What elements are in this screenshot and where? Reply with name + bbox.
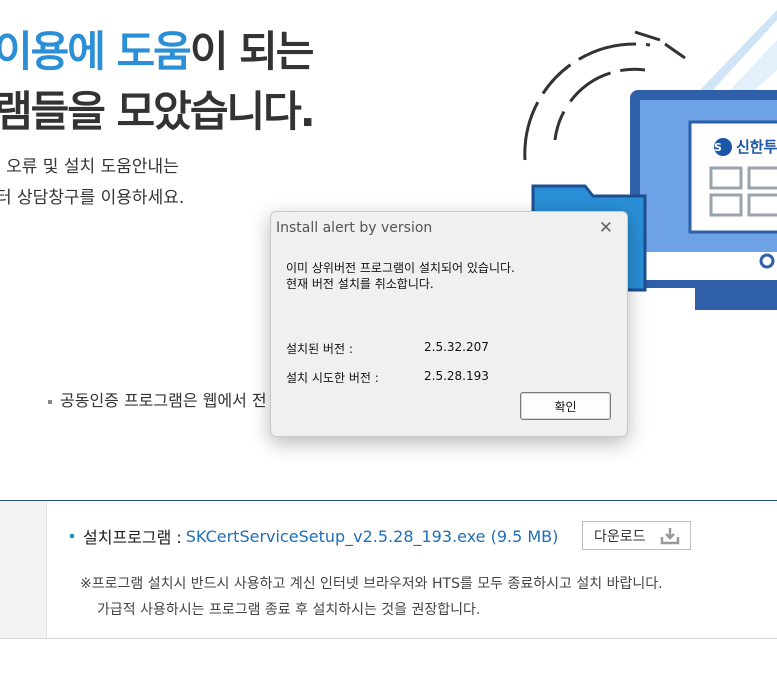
dialog-title: Install alert by version [276, 220, 433, 236]
ok-button[interactable]: 확인 [520, 392, 611, 420]
install-label: 설치프로그램 : [83, 528, 182, 547]
download-label: 다운로드 [594, 528, 646, 545]
description-line-1: l 오류 및 설치 도움안내는 [0, 157, 179, 177]
panel-sidebar [0, 501, 47, 638]
hero-title-rest: 이 되는 [189, 27, 315, 76]
install-note-line-2: 가급적 사용하시는 프로그램 종료 후 설치하시는 것을 권장합니다. [97, 602, 481, 618]
notice-text: 공동인증 프로그램은 웹에서 전 [48, 387, 267, 411]
install-note-line-1: ※프로그램 설치시 반드시 사용하고 계신 인터넷 브라우저와 HTS를 모두 … [80, 576, 663, 592]
notice-label: 공동인증 프로그램은 웹에서 전 [60, 391, 267, 410]
bullet-icon [70, 534, 74, 538]
attempted-version-label: 설치 시도한 버전 : [286, 371, 379, 385]
install-panel: 설치프로그램 : SKCertServiceSetup_v2.5.28_193.… [0, 500, 777, 639]
install-program-row: 설치프로그램 : SKCertServiceSetup_v2.5.28_193.… [70, 524, 558, 548]
svg-text:S: S [714, 141, 722, 154]
bullet-icon [48, 399, 52, 404]
hero-title-line-1: 이용에 도움이 되는 [0, 18, 315, 79]
download-button[interactable]: 다운로드 [582, 521, 691, 550]
hero-highlight-2: 도움 [116, 27, 192, 76]
dialog-message-line-2: 현재 버전 설치를 취소합니다. [286, 277, 434, 291]
installed-version-value: 2.5.32.207 [424, 340, 489, 354]
installed-version-label: 설치된 버전 : [286, 342, 353, 356]
hero-title-line-2: 램들을 모았습니다. [0, 87, 316, 136]
download-icon [660, 528, 680, 545]
close-icon[interactable]: ✕ [599, 219, 613, 237]
dialog-message-line-1: 이미 상위버전 프로그램이 설치되어 있습니다. [286, 261, 515, 275]
attempted-version-value: 2.5.28.193 [424, 369, 489, 383]
brand-text: 신한투 [736, 138, 777, 156]
hero-highlight-1: 이용에 [0, 27, 117, 76]
description-line-2: 터 상담창구를 이용하세요. [0, 188, 185, 208]
install-alert-dialog: Install alert by version ✕ 이미 상위버전 프로그램이… [270, 211, 628, 437]
install-filename-link[interactable]: SKCertServiceSetup_v2.5.28_193.exe (9.5 … [186, 527, 559, 546]
